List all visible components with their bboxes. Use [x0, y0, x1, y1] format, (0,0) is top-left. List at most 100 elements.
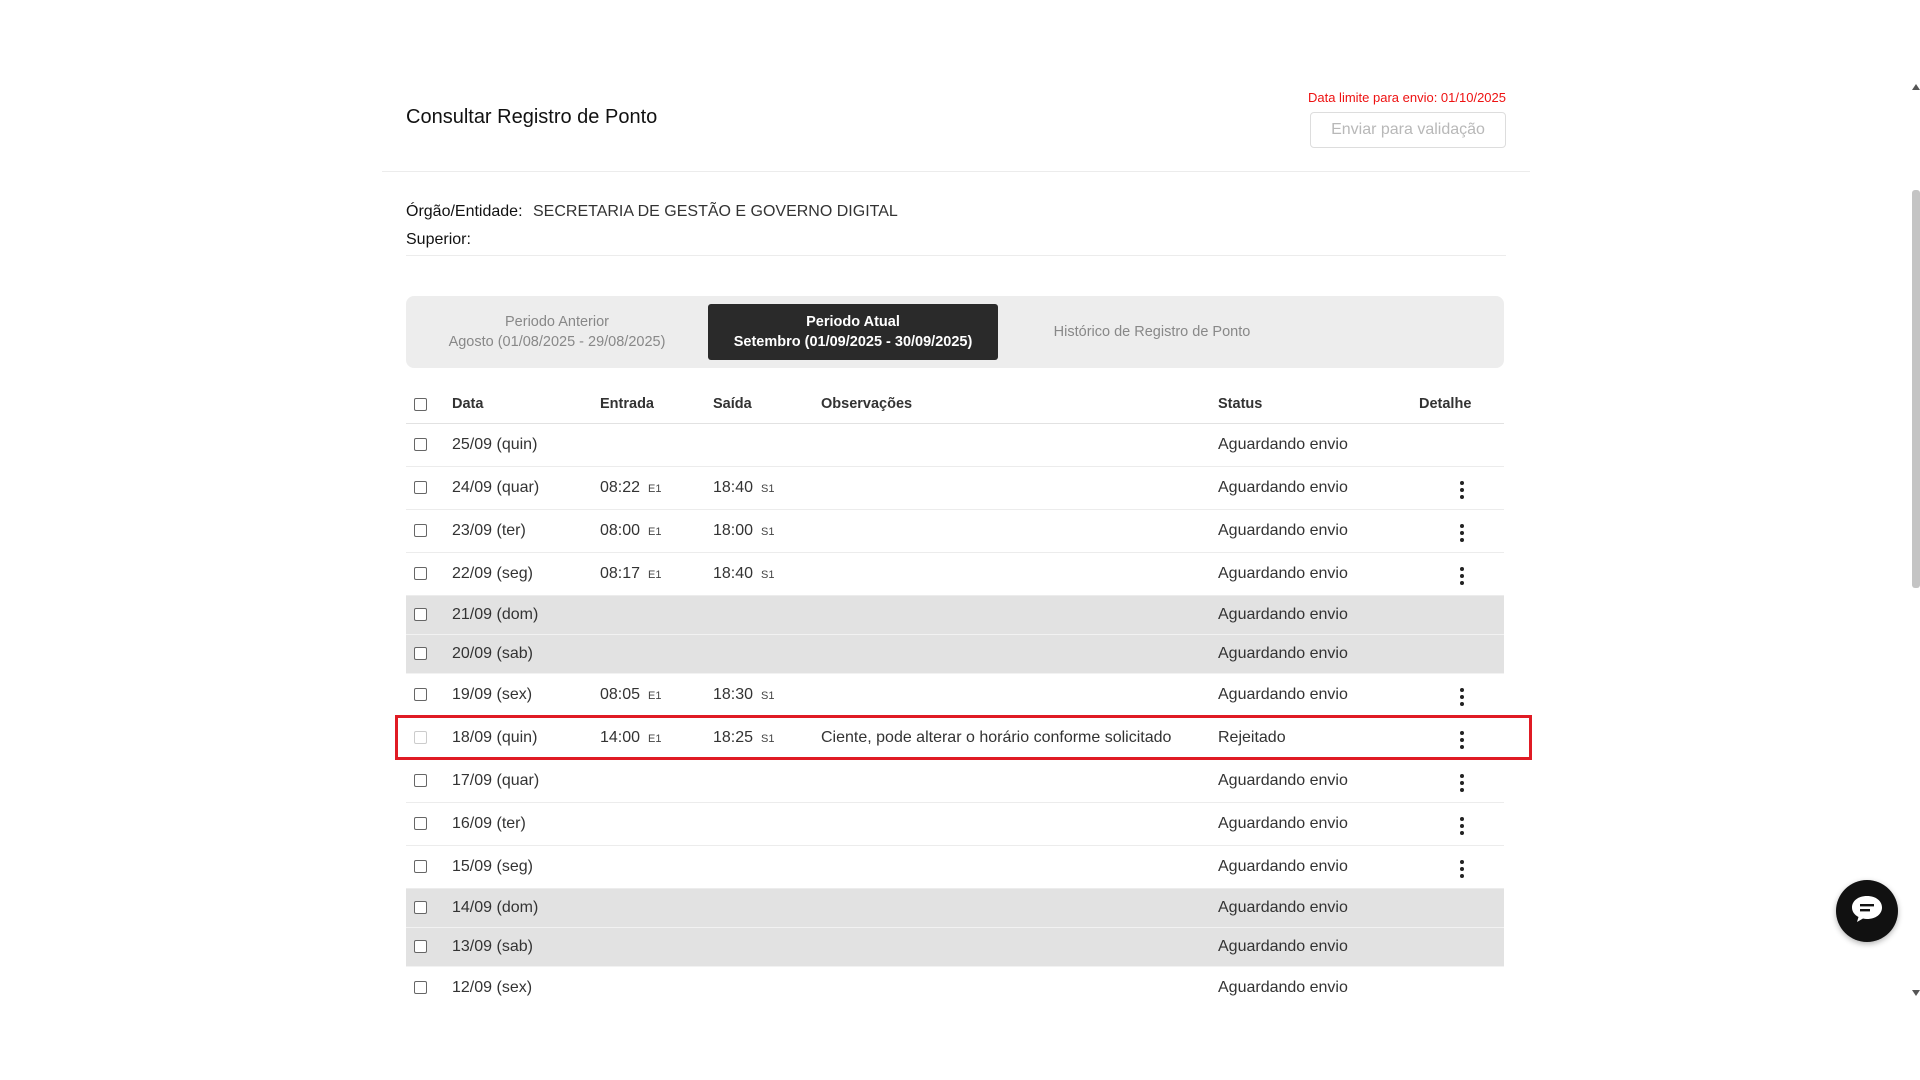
row-checkbox[interactable] — [414, 900, 427, 914]
col-header-detalhe: Detalhe — [1419, 386, 1504, 424]
row-saida: 18:40 — [713, 478, 754, 496]
row-select-cell — [406, 966, 452, 996]
table-row[interactable]: 15/09 (seg) Aguardando envio — [406, 845, 1504, 889]
row-observacoes — [821, 466, 1218, 510]
table-row[interactable]: 13/09 (sab) Aguardando envio — [406, 927, 1504, 967]
row-checkbox[interactable] — [414, 980, 427, 994]
row-checkbox[interactable] — [414, 566, 427, 580]
row-detail-cell — [1419, 966, 1504, 996]
row-detail-cell — [1419, 716, 1504, 760]
row-date: 25/09 (quin) — [452, 423, 600, 467]
row-date: 23/09 (ter) — [452, 509, 600, 553]
tab-current-period[interactable]: Periodo Atual Setembro (01/09/2025 - 30/… — [708, 304, 998, 360]
table-row[interactable]: 17/09 (quar) Aguardando envio — [406, 759, 1504, 803]
table-row[interactable]: 21/09 (dom) Aguardando envio — [406, 595, 1504, 635]
row-saida-tag: S1 — [761, 482, 775, 495]
row-entrada-cell — [600, 802, 713, 846]
row-select-cell — [406, 888, 452, 928]
table-row[interactable]: 25/09 (quin) Aguardando envio — [406, 423, 1504, 467]
row-status: Aguardando envio — [1218, 423, 1419, 467]
row-saida: 18:25 — [713, 728, 754, 746]
send-for-validation-button[interactable]: Enviar para validação — [1310, 112, 1506, 148]
table-row[interactable]: 22/09 (seg) 08:17 E1 18:40 S1 Aguardando envi… — [406, 552, 1504, 596]
row-detail-cell — [1419, 845, 1504, 889]
row-status: Aguardando envio — [1218, 552, 1419, 596]
more-vertical-icon[interactable] — [1454, 813, 1470, 839]
row-status: Aguardando envio — [1218, 509, 1419, 553]
row-checkbox[interactable] — [414, 607, 427, 621]
row-entrada-cell: 14:00 E1 — [600, 716, 713, 760]
scrollbar[interactable] — [1912, 84, 1920, 996]
scroll-down-arrow-icon[interactable] — [1912, 990, 1920, 996]
row-status: Aguardando envio — [1218, 595, 1419, 635]
table-row[interactable]: 19/09 (sex) 08:05 E1 18:30 S1 Aguardando envi… — [406, 673, 1504, 717]
chat-button[interactable] — [1836, 880, 1898, 942]
row-saida-cell — [713, 845, 821, 889]
row-entrada: 08:22 — [600, 478, 641, 496]
row-select-cell — [406, 673, 452, 717]
scroll-up-arrow-icon[interactable] — [1912, 84, 1920, 90]
more-vertical-icon[interactable] — [1454, 563, 1470, 589]
row-checkbox[interactable] — [414, 523, 427, 537]
row-checkbox[interactable] — [414, 730, 427, 744]
row-select-cell — [406, 927, 452, 967]
org-label: Órgão/Entidade: — [406, 203, 523, 220]
row-entrada-cell — [600, 845, 713, 889]
row-detail-cell — [1419, 927, 1504, 967]
info-section: Órgão/Entidade: SECRETARIA DE GESTÃO E G… — [406, 198, 1506, 256]
tab-previous-period[interactable]: Periodo Anterior Agosto (01/08/2025 - 29… — [418, 304, 696, 360]
table-row[interactable]: 24/09 (quar) 08:22 E1 18:40 S1 Aguardando env… — [406, 466, 1504, 510]
col-header-status[interactable]: Status — [1218, 386, 1419, 424]
table-row[interactable]: 20/09 (sab) Aguardando envio — [406, 634, 1504, 674]
row-checkbox[interactable] — [414, 646, 427, 660]
tab-line1: Periodo Anterior — [505, 314, 609, 330]
page-title: Consultar Registro de Ponto — [406, 106, 658, 128]
more-vertical-icon[interactable] — [1454, 770, 1470, 796]
table-row[interactable]: 12/09 (sex) Aguardando envio — [406, 966, 1504, 996]
col-header-saida[interactable]: Saída — [713, 386, 821, 424]
row-checkbox[interactable] — [414, 859, 427, 873]
col-header-entrada[interactable]: Entrada — [600, 386, 713, 424]
scroll-thumb[interactable] — [1912, 190, 1920, 588]
row-observacoes — [821, 673, 1218, 717]
more-vertical-icon[interactable] — [1454, 684, 1470, 710]
col-header-data[interactable]: Data — [452, 386, 600, 424]
row-checkbox[interactable] — [414, 773, 427, 787]
period-tabs: Periodo Anterior Agosto (01/08/2025 - 29… — [406, 296, 1504, 368]
col-header-observacoes[interactable]: Observações — [821, 386, 1218, 424]
row-date: 24/09 (quar) — [452, 466, 600, 510]
more-vertical-icon[interactable] — [1454, 520, 1470, 546]
row-checkbox[interactable] — [414, 687, 427, 701]
select-all-checkbox[interactable] — [414, 397, 427, 411]
row-entrada-tag: E1 — [648, 689, 662, 702]
table-row[interactable]: 14/09 (dom) Aguardando envio — [406, 888, 1504, 928]
row-observacoes — [821, 888, 1218, 928]
table-row[interactable]: 18/09 (quin) 14:00 E1 18:25 S1 Ciente, pode a… — [406, 716, 1504, 760]
row-select-cell — [406, 509, 452, 553]
row-status: Aguardando envio — [1218, 466, 1419, 510]
row-select-cell — [406, 466, 452, 510]
more-vertical-icon[interactable] — [1454, 477, 1470, 503]
row-observacoes — [821, 927, 1218, 967]
tab-history[interactable]: Histórico de Registro de Ponto — [1010, 304, 1294, 360]
row-status: Aguardando envio — [1218, 888, 1419, 928]
row-observacoes — [821, 966, 1218, 996]
row-entrada-cell: 08:17 E1 — [600, 552, 713, 596]
table-row[interactable]: 16/09 (ter) Aguardando envio — [406, 802, 1504, 846]
table-row[interactable]: 23/09 (ter) 08:00 E1 18:00 S1 Aguardando envi… — [406, 509, 1504, 553]
row-detail-cell — [1419, 888, 1504, 928]
more-vertical-icon[interactable] — [1454, 856, 1470, 882]
row-observacoes — [821, 552, 1218, 596]
row-saida: 18:40 — [713, 564, 754, 582]
row-checkbox[interactable] — [414, 480, 427, 494]
row-checkbox[interactable] — [414, 816, 427, 830]
row-entrada-tag: E1 — [648, 568, 662, 581]
org-value: SECRETARIA DE GESTÃO E GOVERNO DIGITAL — [532, 203, 898, 220]
row-select-cell — [406, 634, 452, 674]
row-checkbox[interactable] — [414, 437, 427, 451]
row-saida-cell — [713, 802, 821, 846]
row-checkbox[interactable] — [414, 939, 427, 953]
row-status: Aguardando envio — [1218, 845, 1419, 889]
row-detail-cell — [1419, 509, 1504, 553]
more-vertical-icon[interactable] — [1454, 727, 1470, 753]
